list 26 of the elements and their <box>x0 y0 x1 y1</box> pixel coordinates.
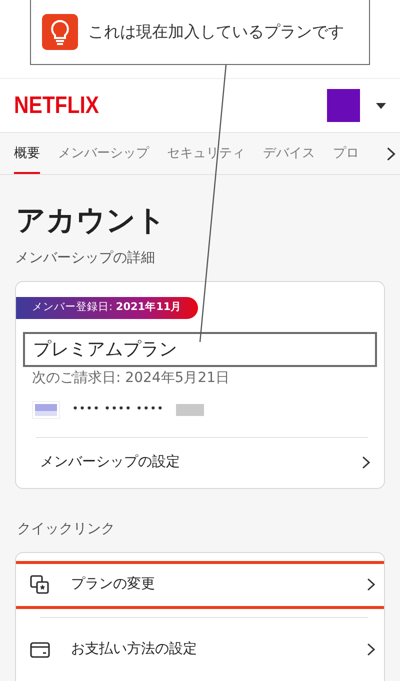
tab[interactable]: セキュリティ <box>167 133 245 174</box>
chevron-right-icon <box>367 578 375 592</box>
section-heading: メンバーシップの詳細 <box>15 248 156 268</box>
caret-icon[interactable] <box>376 102 386 108</box>
quick-link[interactable]: プランの変更 <box>16 560 384 609</box>
redacted-block <box>176 404 204 416</box>
plan-name: プレミアムプラン <box>23 332 377 367</box>
callout-text: これは現在加入しているプランです <box>88 21 344 43</box>
page-title: アカウント <box>16 203 167 238</box>
logo[interactable]: NETFLIX <box>14 88 99 124</box>
membership-settings-link[interactable]: メンバーシップの設定 <box>16 438 384 488</box>
quick-link[interactable]: お支払い方法の設定 <box>16 626 384 674</box>
billing-date: 次のご請求日: 2024年5月21日 <box>31 368 231 388</box>
tab[interactable]: デバイス <box>263 133 315 174</box>
chevron-right-icon[interactable] <box>386 147 396 161</box>
tab[interactable]: 概要 <box>14 133 40 174</box>
card-brand-icon <box>32 400 60 419</box>
card-number: •••• •••• •••• <box>72 401 164 418</box>
tab[interactable]: プロ <box>333 133 359 174</box>
swap-plan-icon <box>29 574 51 596</box>
lightbulb-icon <box>42 14 78 50</box>
chevron-right-icon <box>362 456 370 470</box>
member-since-badge: メンバー登録日: 2021年11月 <box>16 296 198 319</box>
chevron-right-icon <box>367 643 375 656</box>
section-heading: クイックリンク <box>17 520 116 539</box>
tab[interactable]: メンバーシップ <box>58 133 149 174</box>
